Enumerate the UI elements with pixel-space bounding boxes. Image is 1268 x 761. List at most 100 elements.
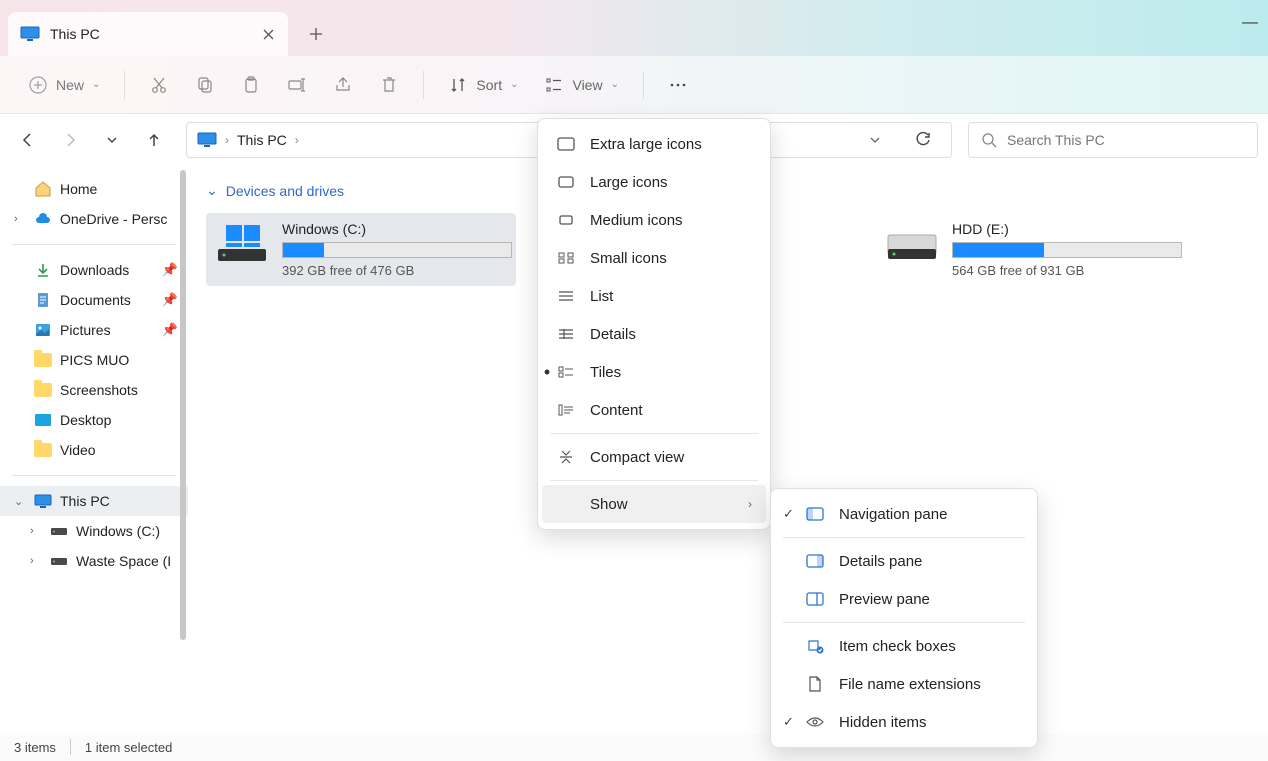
sidebar-item-waste-space[interactable]: › Waste Space (I [0, 546, 188, 576]
pin-icon: 📌 [162, 262, 178, 278]
menu-preview-pane[interactable]: Preview pane [775, 580, 1033, 618]
check-icon: ✓ [783, 506, 794, 522]
new-tab-button[interactable] [296, 14, 336, 54]
menu-content[interactable]: Content [542, 391, 766, 429]
sidebar-item-pics-muo[interactable]: PICS MUO [0, 345, 188, 375]
copy-button[interactable] [185, 69, 225, 101]
drive-free-text: 564 GB free of 931 GB [952, 263, 1182, 278]
menu-medium-icons[interactable]: Medium icons [542, 201, 766, 239]
chevron-down-icon: ⌄ [611, 79, 619, 90]
menu-file-extensions[interactable]: File name extensions [775, 665, 1033, 703]
drive-windows-c[interactable]: Windows (C:) 392 GB free of 476 GB [206, 213, 516, 286]
forward-button[interactable] [52, 122, 88, 158]
menu-details-pane[interactable]: Details pane [775, 542, 1033, 580]
menu-list[interactable]: List [542, 277, 766, 315]
drive-capacity-bar [952, 242, 1182, 258]
drive-icon [50, 553, 68, 569]
sidebar-item-downloads[interactable]: Downloads 📌 [0, 255, 188, 285]
drive-name: Windows (C:) [282, 221, 512, 237]
recent-button[interactable] [94, 122, 130, 158]
tab-this-pc[interactable]: This PC [8, 12, 288, 56]
search-icon [981, 132, 997, 148]
trash-icon [379, 75, 399, 95]
folder-icon [34, 442, 52, 458]
sidebar-item-video[interactable]: Video [0, 435, 188, 465]
pin-icon: 📌 [162, 322, 178, 338]
address-dropdown[interactable] [857, 133, 893, 147]
titlebar: This PC — [0, 0, 1268, 56]
chevron-right-icon: › [748, 497, 752, 511]
menu-hidden-items[interactable]: ✓Hidden items [775, 703, 1033, 741]
menu-details[interactable]: Details [542, 315, 766, 353]
monitor-icon [20, 26, 40, 42]
drive-free-text: 392 GB free of 476 GB [282, 263, 512, 278]
menu-separator [783, 537, 1025, 538]
search-box[interactable] [968, 122, 1258, 158]
menu-large-icons[interactable]: Large icons [542, 163, 766, 201]
search-input[interactable] [1007, 132, 1245, 148]
home-icon [34, 181, 52, 197]
monitor-icon [34, 493, 52, 509]
drive-info: Windows (C:) 392 GB free of 476 GB [282, 221, 512, 278]
view-button[interactable]: View ⌄ [534, 69, 628, 101]
delete-button[interactable] [369, 69, 409, 101]
drive-hdd-e[interactable]: HDD (E:) 564 GB free of 931 GB [876, 213, 1186, 286]
cut-button[interactable] [139, 69, 179, 101]
chevron-down-icon: ⌄ [510, 79, 518, 90]
more-button[interactable] [658, 69, 698, 101]
breadcrumb-this-pc[interactable]: This PC [237, 132, 287, 148]
sidebar-item-onedrive[interactable]: › OneDrive - Persc [0, 204, 188, 234]
close-icon[interactable] [260, 26, 276, 42]
sidebar-item-this-pc[interactable]: ⌄ This PC [0, 486, 188, 516]
menu-compact-view[interactable]: Compact view [542, 438, 766, 476]
monitor-icon [197, 132, 217, 148]
chevron-down-icon[interactable]: ⌄ [14, 495, 23, 508]
menu-show[interactable]: Show› [542, 485, 766, 523]
up-button[interactable] [136, 122, 172, 158]
menu-tiles[interactable]: •Tiles [542, 353, 766, 391]
status-item-count: 3 items [14, 740, 56, 755]
pictures-icon [34, 322, 52, 338]
plus-circle-icon [28, 75, 48, 95]
scrollbar[interactable] [180, 170, 186, 640]
folder-icon [34, 382, 52, 398]
chevron-right-icon[interactable]: › [14, 213, 18, 225]
chevron-right-icon[interactable]: › [30, 555, 34, 567]
details-icon [556, 324, 576, 344]
statusbar: 3 items 1 item selected [0, 733, 1268, 761]
sidebar-label: Screenshots [60, 382, 138, 398]
folder-icon [34, 352, 52, 368]
menu-small-icons[interactable]: Small icons [542, 239, 766, 277]
sidebar-item-documents[interactable]: Documents 📌 [0, 285, 188, 315]
sidebar-item-pictures[interactable]: Pictures 📌 [0, 315, 188, 345]
selected-dot-icon: • [540, 362, 554, 383]
refresh-button[interactable] [905, 122, 941, 158]
share-button[interactable] [323, 69, 363, 101]
chevron-right-icon: › [295, 133, 299, 147]
check-icon: ✓ [783, 714, 794, 730]
toolbar: New ⌄ Sort ⌄ View ⌄ [0, 56, 1268, 114]
drive-icon [50, 523, 68, 539]
small-grid-icon [556, 210, 576, 230]
chevron-right-icon[interactable]: › [30, 525, 34, 537]
view-icon [544, 75, 564, 95]
new-button[interactable]: New ⌄ [18, 69, 110, 101]
menu-item-check-boxes[interactable]: Item check boxes [775, 627, 1033, 665]
menu-navigation-pane[interactable]: ✓Navigation pane [775, 495, 1033, 533]
share-icon [333, 75, 353, 95]
back-button[interactable] [10, 122, 46, 158]
sidebar-item-windows-c[interactable]: › Windows (C:) [0, 516, 188, 546]
separator [70, 739, 71, 755]
sort-icon [448, 75, 468, 95]
sidebar-item-screenshots[interactable]: Screenshots [0, 375, 188, 405]
sidebar-item-home[interactable]: Home [0, 174, 188, 204]
rename-button[interactable] [277, 69, 317, 101]
menu-extra-large-icons[interactable]: Extra large icons [542, 125, 766, 163]
paste-button[interactable] [231, 69, 271, 101]
sidebar: Home › OneDrive - Persc Downloads 📌 Docu… [0, 166, 188, 733]
minimize-button[interactable]: — [1242, 14, 1258, 32]
sidebar-item-desktop[interactable]: Desktop [0, 405, 188, 435]
new-label: New [56, 77, 84, 93]
more-icon [668, 75, 688, 95]
sort-button[interactable]: Sort ⌄ [438, 69, 528, 101]
